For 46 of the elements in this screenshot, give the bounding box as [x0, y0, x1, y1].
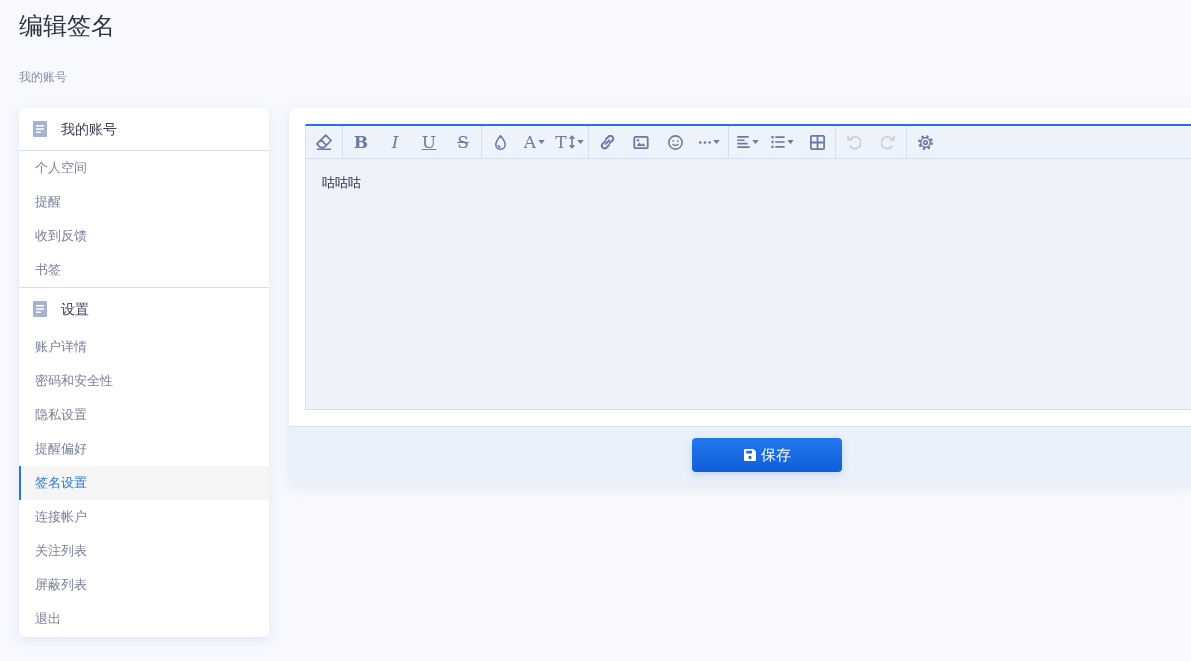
caret-icon — [787, 140, 794, 144]
document-icon — [33, 301, 47, 317]
section-title: 设置 — [61, 300, 89, 318]
toolbar-button[interactable]: T — [552, 126, 587, 158]
sidebar-item[interactable]: 书签 — [19, 253, 269, 287]
caret-icon — [576, 140, 584, 144]
caret-icon — [713, 140, 720, 144]
section-title: 我的账号 — [61, 120, 117, 138]
signature-input[interactable]: 咕咕咕 — [305, 159, 1191, 410]
caret-icon — [751, 140, 759, 144]
sidebar-item[interactable]: 退出 — [19, 602, 269, 636]
sidebar-item[interactable]: 提醒偏好 — [19, 432, 269, 466]
undo-icon — [847, 134, 861, 150]
page-title: 编辑签名 — [19, 11, 116, 41]
toolbar-button[interactable]: I — [378, 126, 412, 158]
up-down-arrow-icon — [568, 135, 575, 149]
toolbar-button[interactable]: U — [412, 126, 446, 158]
droplet-icon — [494, 134, 506, 150]
sidebar-item[interactable]: 密码和安全性 — [19, 364, 269, 398]
eraser-icon — [316, 134, 332, 150]
save-button[interactable]: 保存 — [692, 438, 842, 472]
bullet-list-icon — [771, 136, 785, 148]
sidebar-item[interactable]: 账户详情 — [19, 330, 269, 364]
save-icon — [743, 449, 756, 461]
image-icon — [633, 135, 649, 149]
redo-icon — [881, 134, 895, 150]
more-icon — [699, 140, 711, 144]
sidebar-item[interactable]: 隐私设置 — [19, 398, 269, 432]
caret-icon — [538, 140, 546, 144]
sidebar-item[interactable]: 屏蔽列表 — [19, 568, 269, 602]
breadcrumb-link[interactable]: 我的账号 — [19, 68, 67, 86]
sidebar-item[interactable]: 收到反馈 — [19, 219, 269, 253]
align-left-icon — [736, 136, 750, 148]
sidebar-item[interactable]: 关注列表 — [19, 534, 269, 568]
sidebar-item[interactable]: 签名设置 — [19, 466, 269, 500]
toolbar-button[interactable]: B — [344, 126, 378, 158]
link-icon — [599, 134, 615, 150]
smiley-icon — [667, 134, 683, 150]
sidebar-item[interactable]: 个人空间 — [19, 151, 269, 185]
toolbar-button[interactable]: S — [446, 126, 480, 158]
sidebar-item[interactable]: 提醒 — [19, 185, 269, 219]
table-icon — [809, 134, 825, 150]
sidebar-item[interactable]: 连接帐户 — [19, 500, 269, 534]
settings-icon — [917, 134, 933, 150]
document-icon — [33, 121, 47, 137]
toolbar-button[interactable]: A — [517, 126, 552, 158]
